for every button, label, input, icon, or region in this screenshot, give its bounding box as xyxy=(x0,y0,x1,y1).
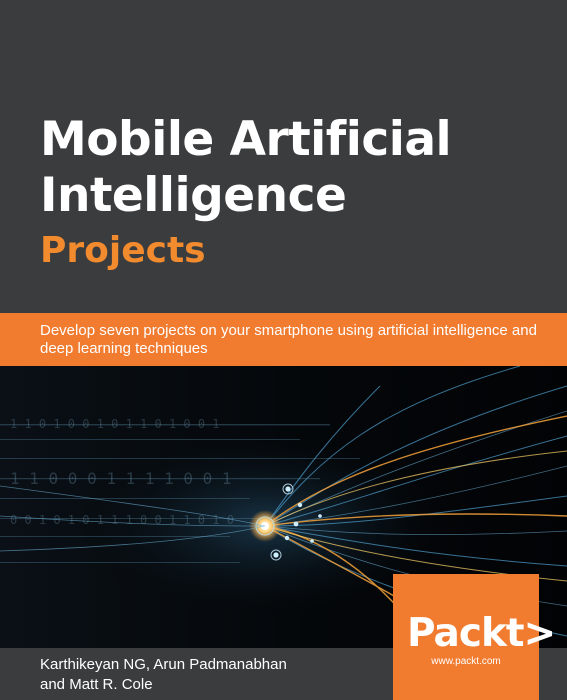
tagline: Develop seven projects on your smartphon… xyxy=(40,322,537,357)
tagline-band: Develop seven projects on your smartphon… xyxy=(0,313,567,366)
title-line-2: Intelligence xyxy=(40,168,347,223)
title-line-1: Mobile Artificial xyxy=(40,112,452,167)
authors-line-2: and Matt R. Cole xyxy=(40,676,153,693)
packt-logo: Packt> xyxy=(407,611,556,656)
title-block: Mobile Artificial Intelligence Projects xyxy=(40,112,540,276)
title-line-3: Projects xyxy=(40,230,206,271)
svg-text:0 0 1 0 1 0 1 1 1 0 0 1 1 0 1: 0 0 1 0 1 0 1 1 1 0 0 1 1 0 1 0 xyxy=(10,513,234,527)
publisher-url: www.packt.com xyxy=(431,656,501,667)
authors: Karthikeyan NG, Arun Padmanabhan and Mat… xyxy=(40,655,370,695)
svg-text:1 1 0 1 0 0 1 0 1 1 0 1 0 0 1: 1 1 0 1 0 0 1 0 1 1 0 1 0 0 1 xyxy=(10,417,220,431)
book-cover: Mobile Artificial Intelligence Projects … xyxy=(0,0,567,700)
publisher-box: Packt> www.packt.com xyxy=(393,574,556,700)
authors-line-1: Karthikeyan NG, Arun Padmanabhan xyxy=(40,656,287,673)
svg-text:1 1 0 0 0 1 1 1 1 0 0 1: 1 1 0 0 0 1 1 1 1 0 0 1 xyxy=(10,469,232,488)
